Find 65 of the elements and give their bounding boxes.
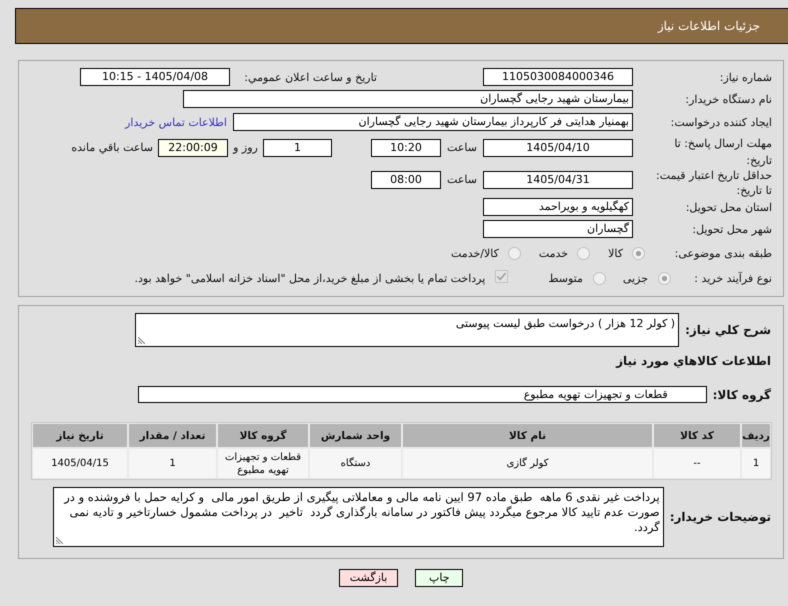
table-cell: 1: [129, 449, 216, 478]
remaining-time-label: ساعت باقي مانده: [71, 141, 153, 154]
price-validity-date-field[interactable]: 1405/04/31: [483, 171, 633, 189]
time-label: ساعت: [447, 141, 477, 154]
option-label: متوسط: [548, 272, 583, 284]
table-cell: 1405/04/15: [33, 449, 127, 478]
column-header: ردیف: [742, 424, 770, 447]
subject-category-label: طبقه بندی موضوعی:: [674, 246, 772, 260]
buyer-org-field[interactable]: بیمارستان شهید رجایی گچساران: [183, 90, 633, 108]
buyer-notes-field[interactable]: پرداخت غیر نقدی 6 ماهه طبق ماده 97 ایین نامه مالی و معاملاتی پیگیری از طریق امور مالی و کرایه حمل با فروشنده و در صورت عدم تایید کالا مرجوع میگردد پیش فاکتور در سامانه بارگذاری گردد تاخیر در پرداخت مشمول خسارتاخیر و تادیه نمی گردد.: [53, 487, 664, 547]
resize-grip-icon[interactable]: [138, 337, 145, 344]
goods-group-label: گروه کالا:: [712, 388, 771, 402]
table-cell: --: [654, 449, 740, 478]
table-cell: قطعات و تجهیزات تهویه مطبوع: [218, 449, 308, 478]
column-header: تعداد / مقدار: [129, 424, 216, 447]
column-header: واحد شمارش: [310, 424, 401, 447]
delivery-city-field[interactable]: گچساران: [483, 220, 633, 238]
need-number-field[interactable]: 1105030084000346: [483, 68, 633, 86]
radio-button[interactable]: [508, 246, 521, 260]
radio-button[interactable]: [658, 272, 671, 284]
response-deadline-time-field[interactable]: 10:20: [371, 139, 441, 157]
radio-button[interactable]: [577, 246, 590, 260]
buyer-notes-label: توضیحات خریدار:: [670, 510, 771, 524]
option-label: کالا/خدمت: [451, 246, 499, 260]
checkbox[interactable]: [495, 270, 508, 283]
price-validity-time-field[interactable]: 08:00: [371, 171, 441, 189]
delivery-province-label: استان محل تحویل:: [686, 200, 772, 214]
column-header: گروه کالا: [218, 424, 308, 447]
table-cell: دستگاه: [310, 449, 401, 478]
announcement-date-field[interactable]: 1405/04/08 - 10:15: [80, 68, 230, 86]
treasury-payment-label: پرداخت تمام یا بخشی از مبلغ خرید،از محل "اسناد خزانه اسلامی" خواهد بود.: [134, 272, 486, 284]
description-label: شرح کلي نياز:: [685, 323, 771, 337]
radio-button[interactable]: [592, 272, 606, 284]
remaining-time-field[interactable]: 22:00:09: [158, 139, 228, 157]
column-header: تاریخ نیاز: [33, 424, 127, 447]
days-field[interactable]: 1: [263, 139, 332, 157]
back-button[interactable]: بازگشت: [338, 569, 398, 587]
response-deadline-label: مهلت ارسال پاسخ: تا تاریخ:: [674, 137, 772, 167]
option-label: خدمت: [538, 246, 568, 260]
description-field[interactable]: ( کولر 12 هزار ) درخواست طبق لیست پیوستی: [135, 313, 680, 347]
time-label: ساعت: [447, 173, 477, 186]
table-cell: 1: [742, 449, 770, 478]
column-header: کد کالا: [654, 424, 740, 447]
price-validity-label: حداقل تاریخ اعتبار قیمت: تا تاریخ:: [656, 169, 772, 197]
response-deadline-date-field[interactable]: 1405/04/10: [483, 139, 633, 157]
goods-group-field[interactable]: قطعات و تجهیزات تهویه مطبوع: [138, 386, 707, 403]
days-label: روز و: [233, 141, 258, 154]
page-title: جزئیات اطلاعات نیاز: [658, 19, 760, 33]
table-cell: کولر گازی: [403, 449, 652, 478]
column-header: نام کالا: [403, 424, 652, 447]
section-title: اطلاعات کالاهاي مورد نياز: [616, 354, 771, 368]
delivery-city-label: شهر محل تحویل:: [692, 222, 772, 236]
purchase-process-label: نوع فرآیند خرید :: [694, 272, 772, 284]
requester-label: ایجاد کننده درخواست:: [670, 116, 772, 128]
resize-grip-icon[interactable]: [56, 537, 63, 544]
radio-button[interactable]: [632, 246, 645, 260]
buyer-contact-link[interactable]: اطلاعات تماس خریدار: [125, 116, 227, 128]
buyer-org-label: نام دستگاه خریدار:: [685, 92, 772, 106]
need-number-label: شماره نیاز:: [720, 70, 772, 84]
requester-field[interactable]: بهمنیار هدایتی فر کارپرداز بیمارستان شهید رجایی گچساران: [233, 113, 633, 131]
delivery-province-field[interactable]: کهگیلویه و بویراحمد: [483, 198, 633, 216]
option-label: جزیی: [622, 272, 648, 284]
option-label: کالا: [608, 246, 623, 260]
print-button[interactable]: چاپ: [415, 569, 464, 587]
announcement-label: تاریخ و ساعت اعلان عمومي:: [244, 70, 377, 84]
